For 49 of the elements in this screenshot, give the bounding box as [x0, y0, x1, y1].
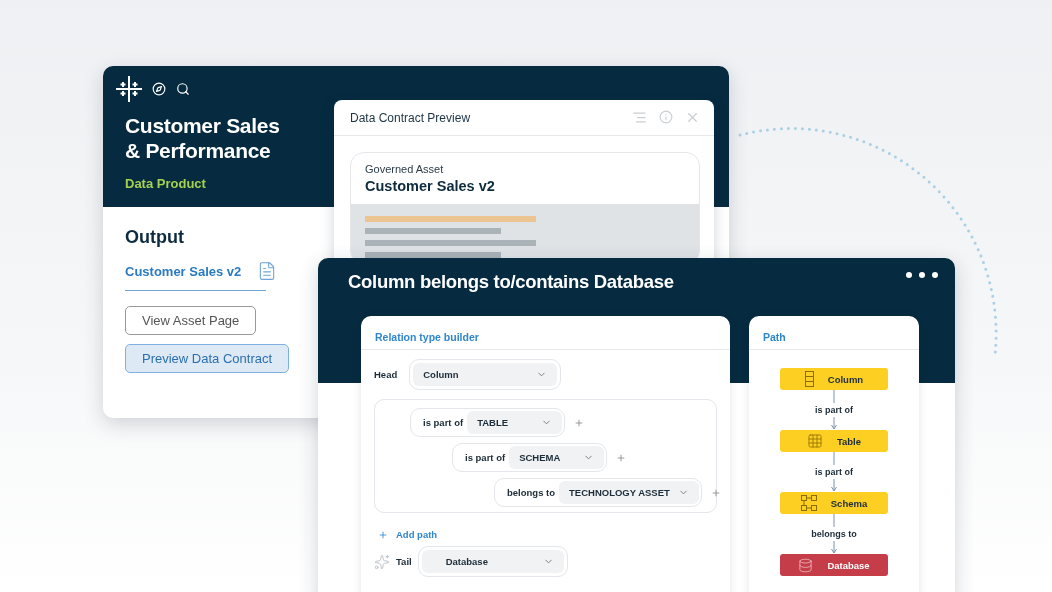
- column-icon: [804, 371, 814, 387]
- product-title: Customer Sales & Performance: [125, 113, 281, 163]
- add-step-button[interactable]: [616, 452, 627, 463]
- target-select[interactable]: TECHNOLOGY ASSET: [559, 481, 700, 504]
- compass-icon[interactable]: [152, 82, 166, 96]
- database-icon: [798, 557, 814, 573]
- link-label: belongs to: [811, 527, 857, 541]
- add-step-button[interactable]: [574, 417, 585, 428]
- plus-icon: [616, 452, 627, 463]
- path-node: Column: [780, 368, 888, 390]
- link-label: is part of: [815, 465, 853, 479]
- panel-title: Relation type builder: [375, 331, 480, 343]
- outline-button[interactable]: View Asset Page: [125, 306, 257, 335]
- plus-icon: [574, 417, 585, 428]
- asset-name: Customer Sales v2: [365, 178, 496, 194]
- link-label: is part of: [815, 403, 853, 417]
- panel-title: Path: [763, 331, 787, 343]
- menu-icon[interactable]: [632, 110, 647, 125]
- plus-icon: [378, 529, 388, 540]
- search-icon[interactable]: [176, 82, 190, 96]
- target-select[interactable]: SCHEMA: [509, 446, 605, 469]
- add-step-button[interactable]: [711, 487, 722, 498]
- relation-label: is part of: [465, 452, 506, 463]
- info-icon[interactable]: [659, 110, 673, 124]
- path-node: Database: [780, 554, 888, 576]
- close-icon[interactable]: [685, 110, 700, 125]
- cross-logo-icon: [116, 76, 142, 102]
- path-node: Table: [780, 430, 888, 452]
- tail-label: Tail: [396, 556, 412, 567]
- window-title: Column belongs to/contains Database: [348, 271, 674, 293]
- relation-label: belongs to: [507, 487, 556, 498]
- sparkles-icon: [374, 553, 390, 570]
- plus-icon: [711, 487, 722, 498]
- asset-label: Governed Asset: [365, 163, 445, 175]
- section-title: Output: [125, 227, 184, 248]
- product-type: Data Product: [125, 176, 206, 191]
- primary-button[interactable]: Preview Data Contract: [125, 344, 290, 373]
- tail-select[interactable]: Database: [421, 550, 564, 573]
- target-select[interactable]: TABLE: [467, 411, 563, 434]
- table-grid-icon: [806, 433, 823, 449]
- output-link[interactable]: Customer Sales v2: [125, 263, 242, 279]
- schema-icon: [800, 495, 817, 511]
- window-title: Data Contract Preview: [350, 110, 472, 125]
- head-label: Head: [374, 369, 398, 380]
- relation-label: is part of: [423, 417, 464, 428]
- more-icon[interactable]: [905, 271, 939, 279]
- head-select[interactable]: Column: [413, 363, 558, 386]
- path-node: Schema: [780, 492, 888, 514]
- add-path-button[interactable]: Add path: [378, 529, 717, 540]
